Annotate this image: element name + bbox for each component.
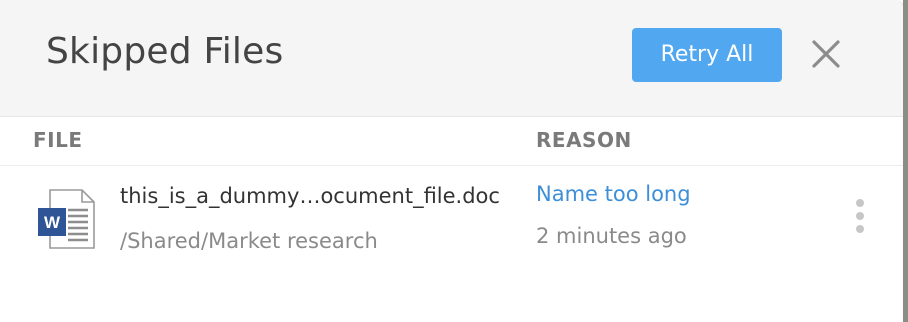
column-header-file: FILE xyxy=(33,128,83,152)
close-button[interactable] xyxy=(806,34,846,74)
retry-all-button[interactable]: Retry All xyxy=(632,28,782,82)
more-options-button[interactable] xyxy=(850,199,870,233)
file-path: /Shared/Market research xyxy=(120,229,378,253)
timestamp: 2 minutes ago xyxy=(536,224,687,248)
word-document-icon: W xyxy=(38,188,96,250)
column-header-reason: REASON xyxy=(536,128,632,152)
window-edge xyxy=(903,0,908,322)
skipped-files-dialog: Skipped Files Retry All FILE REASON W th… xyxy=(0,0,904,322)
word-badge: W xyxy=(44,213,61,232)
table-row[interactable]: W this_is_a_dummy…ocument_file.doc /Shar… xyxy=(0,166,903,266)
skip-reason: Name too long xyxy=(536,182,691,206)
close-icon xyxy=(812,40,840,68)
dialog-title: Skipped Files xyxy=(46,31,284,72)
dialog-header: Skipped Files Retry All xyxy=(0,0,903,117)
file-name: this_is_a_dummy…ocument_file.doc xyxy=(120,184,500,208)
